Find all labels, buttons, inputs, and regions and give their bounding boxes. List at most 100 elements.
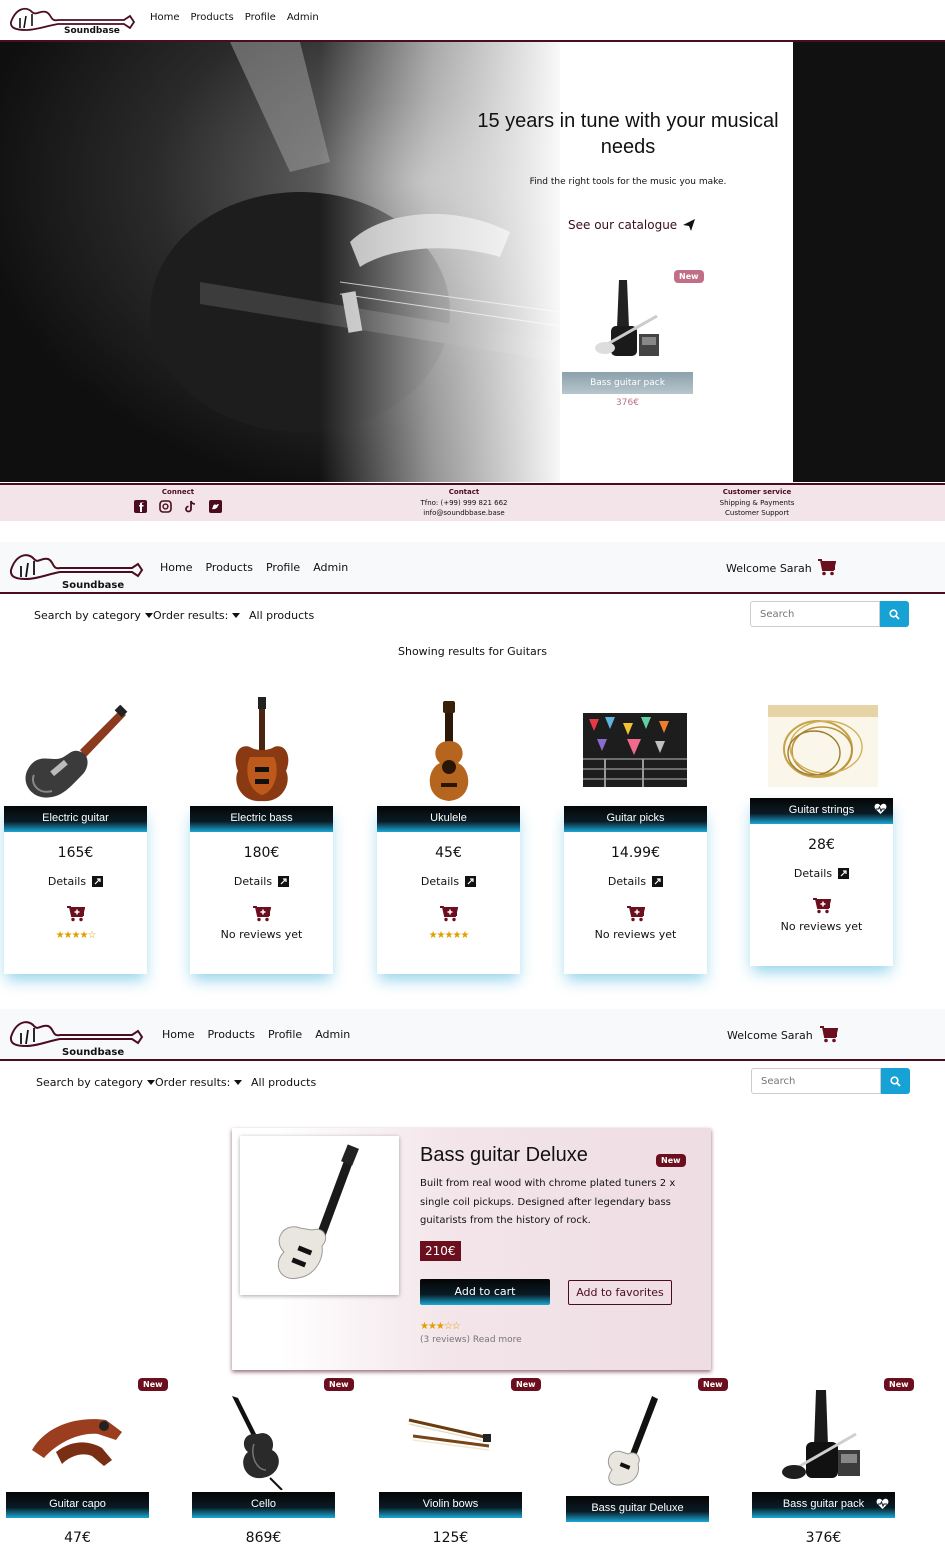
order-label: Order results: [153,609,229,622]
category-dropdown[interactable]: Search by category [34,609,153,622]
product-name[interactable]: Electric guitar [4,806,147,832]
search-button[interactable] [880,601,909,627]
nav-home[interactable]: Home [160,561,192,574]
new-product-name[interactable]: Bass guitar Deluxe [566,1496,709,1522]
details-link[interactable]: Details [190,875,333,888]
hero-subtitle: Find the right tools for the music you m… [529,177,727,187]
cart-icon[interactable] [818,559,836,576]
new-product-name[interactable]: Cello [192,1492,335,1518]
details-link[interactable]: Details [377,875,520,888]
heart-pulse-icon[interactable] [874,803,887,815]
new-product-card[interactable]: New Bass guitar Deluxe [566,1376,728,1560]
all-products-link[interactable]: All products [249,609,314,622]
new-product-name: Bass guitar pack [782,1498,865,1510]
product-price: 14.99€ [611,845,660,861]
nav-links: Home Products Profile Admin [160,561,361,574]
nav-products[interactable]: Products [191,12,234,23]
soundbase-logo[interactable]: Soundbase [6,0,136,38]
search-button[interactable] [881,1068,910,1094]
add-to-cart-button[interactable]: Add to cart [420,1279,550,1305]
hero-featured-card[interactable]: New Bass guitar pack 376€ [562,268,704,410]
product-name: Guitar strings [788,804,855,816]
nav-products[interactable]: Products [205,561,253,574]
details-label: Details [607,875,647,888]
external-link-icon [278,876,290,887]
instagram-icon[interactable] [159,500,172,513]
new-product-name[interactable]: Guitar capo [6,1492,149,1518]
nav-profile[interactable]: Profile [268,1028,302,1041]
cta-label: See our catalogue [568,218,678,232]
external-link-icon [838,868,850,879]
add-to-cart-button[interactable] [4,906,147,926]
nav-home[interactable]: Home [150,12,180,23]
add-to-cart-button[interactable] [564,906,707,926]
star-rating: ★★★★☆ [55,930,97,941]
order-dropdown[interactable]: Order results: [155,1076,243,1089]
new-product-price: 376€ [805,1530,842,1546]
cart-icon[interactable] [820,1026,838,1043]
product-card[interactable]: Guitar strings 28€ Details No reviews ye… [750,798,893,966]
facebook-icon[interactable] [134,500,147,513]
search-input[interactable] [751,1068,881,1094]
details-link[interactable]: Details [4,875,147,888]
read-more-reviews-link[interactable]: (3 reviews) Read more [420,1335,522,1345]
nav-admin[interactable]: Admin [287,12,319,23]
product-price: 45€ [435,845,462,861]
product-card[interactable]: Guitar picks 14.99€ Details No reviews y… [564,806,707,974]
heart-pulse-icon[interactable] [876,1498,889,1510]
new-product-card[interactable]: New Bass guitar pack 376€ [752,1376,914,1560]
product-name-bar[interactable]: Guitar strings [750,798,893,824]
nav-admin[interactable]: Admin [313,561,348,574]
footer-service: Customer service Shipping & Payments Cus… [697,488,817,517]
product-name[interactable]: Electric bass [190,806,333,832]
add-to-cart-button[interactable] [377,906,520,926]
see-catalogue-link[interactable]: See our catalogue [568,218,696,232]
product-card[interactable]: Electric bass 180€ Details No reviews ye… [190,806,333,974]
add-to-cart-button[interactable] [190,906,333,926]
new-product-name[interactable]: Violin bows [379,1492,522,1518]
footer-service-title: Customer service [722,488,792,496]
nav-home[interactable]: Home [162,1028,194,1041]
search-input[interactable] [750,601,880,627]
new-product-card[interactable]: New Guitar capo 47€ [6,1376,168,1560]
caret-down-icon [144,613,153,618]
footer-email[interactable]: info@soundbbase.base [404,509,524,517]
add-to-favorites-button[interactable]: Add to favorites [568,1280,672,1305]
hero-banner: 15 years in tune with your musical needs… [0,42,945,482]
footer-shipping-link[interactable]: Shipping & Payments [697,499,817,507]
details-link[interactable]: Details [750,867,893,880]
soundbase-logo[interactable]: Soundbase [6,546,146,590]
order-dropdown[interactable]: Order results: [153,609,241,622]
product-card[interactable]: Ukulele 45€ Details ★★★★★ [377,806,520,974]
new-badge: New [138,1378,168,1391]
featured-product-price: 210€ [420,1241,461,1261]
soundbase-logo[interactable]: Soundbase [6,1013,146,1057]
search-bar [751,1068,910,1094]
new-product-card[interactable]: New Cello 869€ [192,1376,354,1560]
details-label: Details [47,875,87,888]
footer-support-link[interactable]: Customer Support [697,509,817,517]
new-product-price: 125€ [432,1530,469,1546]
add-to-cart-button[interactable] [750,898,893,918]
new-product-title-bar[interactable]: Bass guitar pack [752,1492,895,1518]
details-link[interactable]: Details [564,875,707,888]
bass-pack-image [595,280,659,356]
twitter-icon[interactable] [209,500,222,513]
nav-profile[interactable]: Profile [266,561,300,574]
product-name[interactable]: Guitar picks [564,806,707,832]
search-bar [750,601,909,627]
new-product-card[interactable]: New Violin bows 125€ [379,1376,541,1560]
filter-toolbar: Search by category Order results: All pr… [0,1063,945,1103]
category-dropdown[interactable]: Search by category [36,1076,155,1089]
bass-guitar-pack-image [782,1390,860,1479]
caret-down-icon [234,1080,243,1085]
all-products-link[interactable]: All products [251,1076,316,1089]
tiktok-icon[interactable] [184,500,197,513]
nav-admin[interactable]: Admin [315,1028,350,1041]
product-name[interactable]: Ukulele [377,806,520,832]
product-card[interactable]: Electric guitar 165€ Details ★★★★☆ [4,806,147,974]
nav-products[interactable]: Products [207,1028,255,1041]
navbar-details: Soundbase Home Products Profile Admin We… [0,1009,945,1061]
nav-profile[interactable]: Profile [245,12,276,23]
electric-bass-image [235,697,289,802]
